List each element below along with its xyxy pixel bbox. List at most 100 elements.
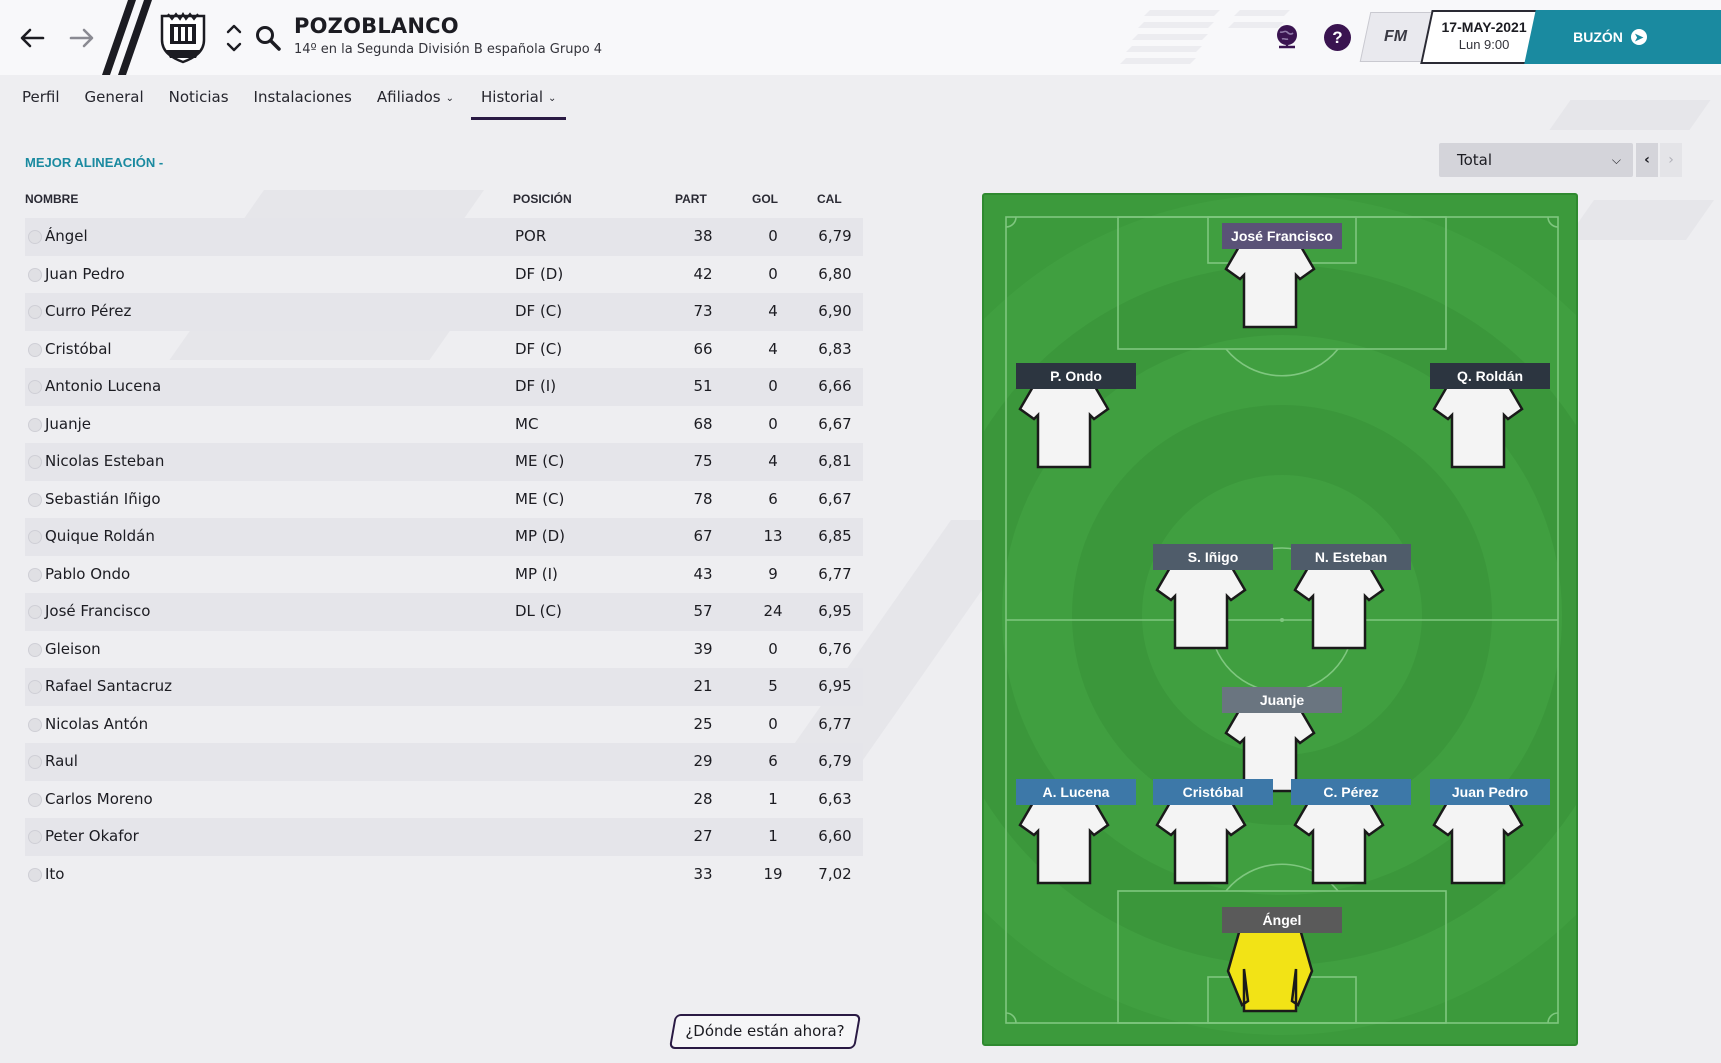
table-row[interactable]: Nicolas Antón 25 0 6,77 xyxy=(25,706,863,744)
pitch-player[interactable]: N. Esteban xyxy=(1291,544,1411,650)
table-row[interactable]: José Francisco DL (C) 57 24 6,95 xyxy=(25,593,863,631)
player-goals: 6 xyxy=(768,489,778,508)
next-button[interactable]: › xyxy=(1660,143,1682,177)
player-name[interactable]: Ito xyxy=(45,865,64,883)
player-label: A. Lucena xyxy=(1016,779,1136,805)
shirt-icon xyxy=(1432,379,1524,469)
shirt-icon xyxy=(1224,239,1316,329)
pitch-player[interactable]: Q. Roldán xyxy=(1430,363,1550,469)
tab-afiliados[interactable]: Afiliados ⌄ xyxy=(377,86,454,120)
shirt-icon xyxy=(1155,795,1247,885)
fm-label: FM xyxy=(1384,28,1408,45)
section-title: MEJOR ALINEACIÓN - xyxy=(25,155,164,170)
player-status-icon xyxy=(28,867,42,882)
player-rating: 6,67 xyxy=(818,414,852,433)
previous-button[interactable]: ‹ xyxy=(1636,143,1658,177)
player-position: DF (I) xyxy=(515,377,557,395)
globe-icon[interactable] xyxy=(1272,22,1302,52)
pitch-player[interactable]: A. Lucena xyxy=(1016,779,1136,885)
table-row[interactable]: Juanje MC 68 0 6,67 xyxy=(25,406,863,444)
arrow-left-icon xyxy=(20,28,45,48)
help-button[interactable]: ? xyxy=(1324,24,1351,51)
table-row[interactable]: Curro Pérez DF (C) 73 4 6,90 xyxy=(25,293,863,331)
pitch-player[interactable]: Ángel xyxy=(1222,907,1342,1013)
player-name[interactable]: Rafael Santacruz xyxy=(45,677,172,695)
player-goals: 4 xyxy=(768,339,778,358)
table-row[interactable]: Nicolas Esteban ME (C) 75 4 6,81 xyxy=(25,443,863,481)
pitch-player[interactable]: S. Iñigo xyxy=(1153,544,1273,650)
player-status-icon xyxy=(28,267,42,282)
player-status-icon xyxy=(28,680,42,694)
column-header-goals[interactable]: GOL xyxy=(752,192,778,206)
player-name[interactable]: Peter Okafor xyxy=(45,827,139,845)
player-apps: 39 xyxy=(693,639,713,658)
inbox-button[interactable]: BUZÓN ➤ xyxy=(1524,10,1721,64)
table-row[interactable]: Peter Okafor 27 1 6,60 xyxy=(25,818,863,856)
table-row[interactable]: Quique Roldán MP (D) 67 13 6,85 xyxy=(25,518,863,556)
player-name[interactable]: Gleison xyxy=(45,640,101,658)
player-label: Ángel xyxy=(1222,907,1342,933)
player-name[interactable]: Juanje xyxy=(45,415,91,433)
table-row[interactable]: Ángel POR 38 0 6,79 xyxy=(25,218,863,256)
player-name[interactable]: Curro Pérez xyxy=(45,302,131,320)
back-button[interactable] xyxy=(12,18,52,58)
player-name[interactable]: Nicolas Esteban xyxy=(45,452,164,470)
player-apps: 38 xyxy=(693,227,713,245)
filter-dropdown[interactable]: Total ⌵ xyxy=(1439,143,1633,177)
tab-general[interactable]: General xyxy=(85,86,144,120)
player-status-icon xyxy=(28,380,42,394)
player-apps: 28 xyxy=(693,789,713,808)
pitch-player[interactable]: Cristóbal xyxy=(1153,779,1273,885)
player-name[interactable]: Raul xyxy=(45,752,78,770)
player-name[interactable]: Carlos Moreno xyxy=(45,790,153,808)
table-row[interactable]: Gleison 39 0 6,76 xyxy=(25,631,863,669)
player-apps: 43 xyxy=(693,564,713,583)
player-name[interactable]: Nicolas Antón xyxy=(45,715,148,733)
player-name[interactable]: Antonio Lucena xyxy=(45,377,161,395)
column-header-rating[interactable]: CAL xyxy=(817,192,842,206)
column-header-name[interactable]: NOMBRE xyxy=(25,192,78,206)
table-row[interactable]: Antonio Lucena DF (I) 51 0 6,66 xyxy=(25,368,863,406)
club-switch-icon[interactable] xyxy=(224,20,244,56)
table-row[interactable]: Juan Pedro DF (D) 42 0 6,80 xyxy=(25,256,863,294)
player-apps: 78 xyxy=(693,489,713,508)
table-row[interactable]: Ito 33 19 7,02 xyxy=(25,856,863,894)
tab-instalaciones[interactable]: Instalaciones xyxy=(254,86,352,120)
pitch-player[interactable]: José Francisco xyxy=(1222,223,1342,329)
tab-label: Historial xyxy=(481,88,544,106)
player-apps: 21 xyxy=(693,677,713,695)
table-row[interactable]: Pablo Ondo MP (I) 43 9 6,77 xyxy=(25,556,863,594)
club-crest-icon[interactable] xyxy=(156,12,210,64)
player-goals: 0 xyxy=(768,377,778,395)
player-status-icon xyxy=(28,755,42,769)
where-are-they-now-button[interactable]: ¿Dónde están ahora? xyxy=(668,1014,862,1049)
table-row[interactable]: Cristóbal DF (C) 66 4 6,83 xyxy=(25,331,863,369)
tab-perfil[interactable]: Perfil xyxy=(22,86,60,120)
player-rating: 6,79 xyxy=(818,752,852,770)
player-apps: 33 xyxy=(693,864,713,883)
pitch-player[interactable]: C. Pérez xyxy=(1291,779,1411,885)
pitch-player[interactable]: P. Ondo xyxy=(1016,363,1136,469)
forward-button[interactable] xyxy=(62,18,102,58)
table-row[interactable]: Sebastián Iñigo ME (C) 78 6 6,67 xyxy=(25,481,863,519)
player-label: José Francisco xyxy=(1222,223,1342,249)
tab-historial[interactable]: Historial ⌄ xyxy=(470,86,567,120)
column-header-apps[interactable]: PART xyxy=(675,192,707,206)
player-name[interactable]: Sebastián Iñigo xyxy=(45,490,161,508)
column-header-position[interactable]: POSICIÓN xyxy=(513,192,572,206)
player-name[interactable]: Quique Roldán xyxy=(45,527,155,545)
player-name[interactable]: Cristóbal xyxy=(45,340,112,358)
search-icon[interactable] xyxy=(254,24,282,52)
player-rating: 6,95 xyxy=(818,602,852,620)
player-name[interactable]: Pablo Ondo xyxy=(45,565,130,583)
player-name[interactable]: José Francisco xyxy=(45,602,150,620)
pitch-player[interactable]: Juanje xyxy=(1222,687,1342,793)
pitch-player[interactable]: Juan Pedro xyxy=(1430,779,1550,885)
player-name[interactable]: Ángel xyxy=(45,227,88,245)
table-row[interactable]: Rafael Santacruz 21 5 6,95 xyxy=(25,668,863,706)
player-rating: 6,83 xyxy=(818,339,852,358)
table-row[interactable]: Raul 29 6 6,79 xyxy=(25,743,863,781)
table-row[interactable]: Carlos Moreno 28 1 6,63 xyxy=(25,781,863,819)
player-name[interactable]: Juan Pedro xyxy=(45,265,125,283)
tab-noticias[interactable]: Noticias xyxy=(169,86,229,120)
